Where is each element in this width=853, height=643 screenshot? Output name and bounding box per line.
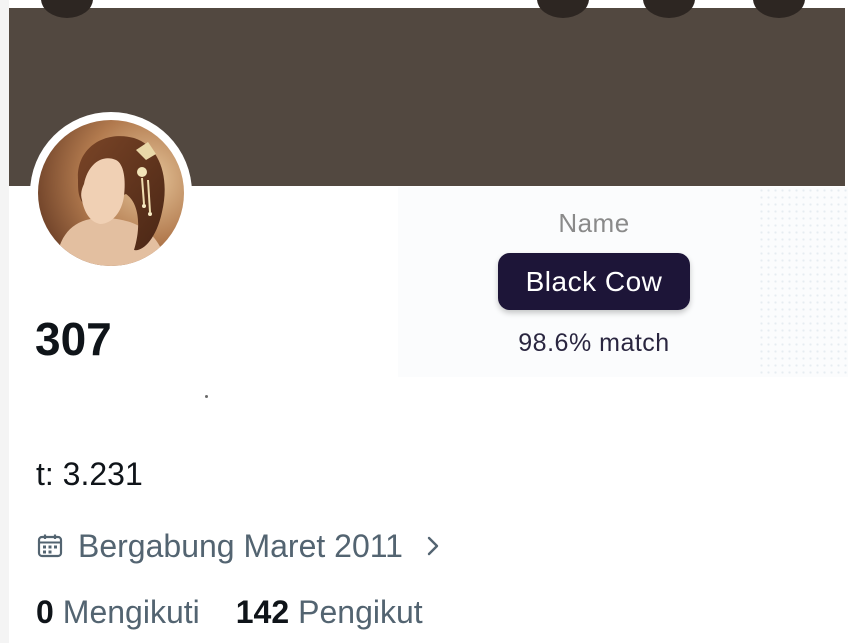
banner-top-button[interactable] (41, 0, 93, 18)
following-count: 0 (36, 594, 54, 630)
joined-date-text: Bergabung Maret 2011 (78, 527, 403, 564)
left-edge (0, 0, 9, 643)
avatar[interactable] (30, 112, 192, 274)
profile-page: Name Black Cow 98.6% match 307 t: 3.231 … (0, 0, 853, 643)
banner-top-button[interactable] (643, 0, 695, 18)
calendar-icon (37, 534, 63, 558)
followers-label: Pengikut (298, 594, 423, 630)
match-percentage: 98.6% match (518, 329, 670, 357)
profile-bio-line: t: 3.231 (36, 456, 143, 492)
avatar-image (38, 120, 184, 266)
banner-top-button[interactable] (537, 0, 589, 18)
following-label: Mengikuti (62, 594, 200, 630)
name-label: Name (558, 208, 630, 238)
name-value-chip: Black Cow (498, 253, 690, 310)
profile-display-name: 307 (35, 313, 112, 365)
followers-link[interactable]: 142 Pengikut (236, 594, 423, 631)
banner-top-button[interactable] (753, 0, 805, 18)
followers-count: 142 (235, 594, 290, 630)
chevron-right-icon[interactable] (423, 533, 443, 559)
speck (205, 395, 208, 398)
follow-stats: 0 Mengikuti 142 Pengikut (36, 594, 423, 631)
following-link[interactable]: 0 Mengikuti (36, 594, 200, 631)
joined-date-row[interactable]: Bergabung Maret 2011 (36, 526, 443, 566)
